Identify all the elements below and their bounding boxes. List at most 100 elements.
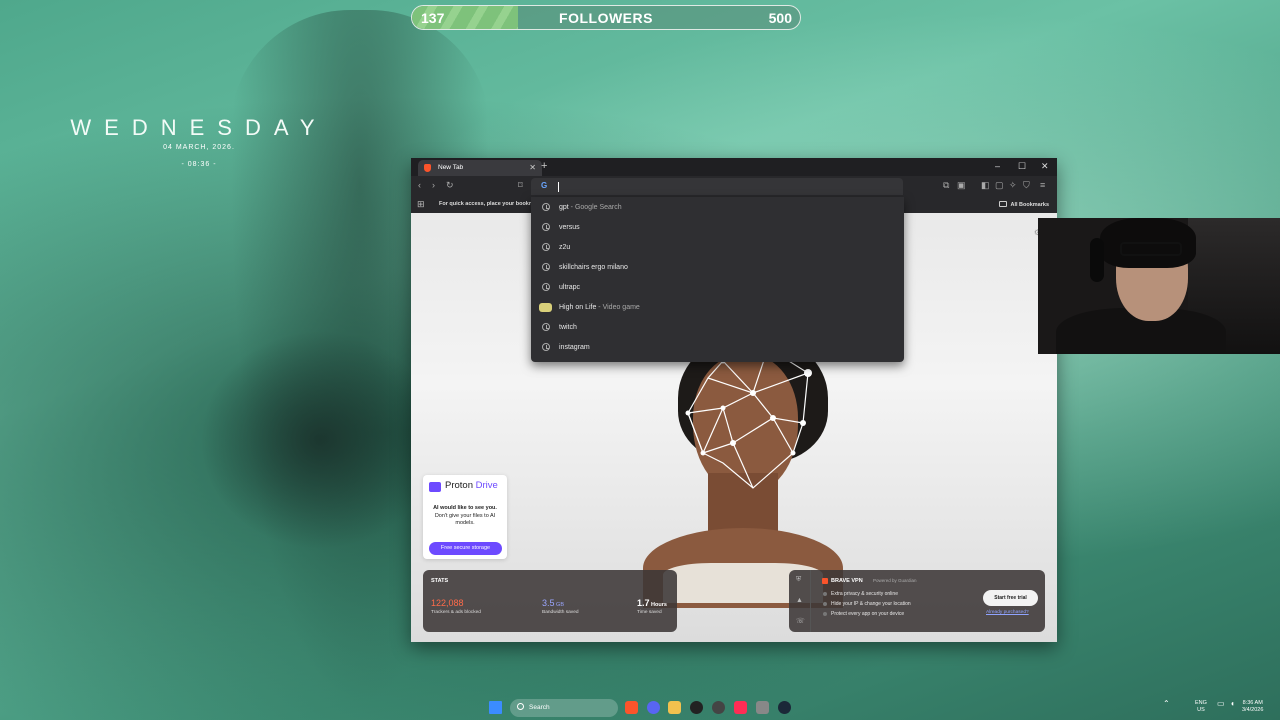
wallet-icon[interactable]: ▣ <box>957 180 966 191</box>
followers-title: FOLLOWERS <box>559 10 653 26</box>
search-icon <box>517 703 524 710</box>
suggestion-item[interactable]: High on Life - Video game <box>531 298 904 318</box>
all-bookmarks-label: All Bookmarks <box>1010 202 1049 208</box>
shields-icon[interactable]: ⛉ <box>1023 180 1030 191</box>
tray-overflow-icon[interactable]: ⌃ <box>1163 700 1170 708</box>
clock-time: 8:36 AM <box>1242 700 1263 706</box>
suggestion-text: ultrapc <box>559 284 580 291</box>
stat-trackers: 122,088 Trackers & ads blocked <box>431 598 481 615</box>
obs-taskbar-icon[interactable] <box>690 701 703 714</box>
taskbar: Search ⌃ ENG US ▭ ◖ 8:36 AM 3/4/2026 <box>0 696 1280 720</box>
vpn-tab-icon[interactable]: ⛨ <box>796 576 801 584</box>
vpn-powered-by: Powered by Guardian <box>873 578 917 583</box>
file-explorer-icon[interactable] <box>668 701 681 714</box>
brave-logo-icon <box>424 164 431 172</box>
suggestion-text: skillchairs ergo milano <box>559 264 628 271</box>
vpn-feature: Hide your IP & change your location <box>823 601 911 607</box>
suggestion-item[interactable]: gpt - Google Search <box>531 198 904 218</box>
already-purchased-link[interactable]: Already purchased? <box>986 610 1029 615</box>
suggestion-item[interactable]: ultrapc <box>531 278 904 298</box>
tab-title: New Tab <box>438 164 464 171</box>
proton-message-body: Don't give your files to AI models. <box>434 512 496 527</box>
tabs-icon[interactable]: ▢ <box>995 180 1004 191</box>
stat-unit: GB <box>554 602 564 608</box>
wallpaper-arm <box>200 330 440 550</box>
suggestion-text: versus <box>559 224 580 231</box>
stat-bandwidth: 3.5 GB Bandwidth saved <box>542 598 579 615</box>
stat-time: 1.7 Hours Time saved <box>637 598 667 615</box>
windows-start-icon[interactable] <box>489 701 502 714</box>
suggestion-main: gpt <box>559 204 569 211</box>
clock[interactable]: 8:36 AM 3/4/2026 <box>1242 700 1263 714</box>
face-mesh-graphic <box>685 345 812 489</box>
suggestion-sub: - Video game <box>596 304 640 311</box>
taskbar-search-label: Search <box>529 704 550 711</box>
vpn-title: BRAVE VPN <box>831 578 863 584</box>
suggestion-text: gpt - Google Search <box>559 204 622 211</box>
stat-label: Trackers & ads blocked <box>431 610 481 615</box>
suggestion-text: High on Life - Video game <box>559 304 640 311</box>
history-icon <box>542 203 550 211</box>
free-storage-button[interactable]: Free secure storage <box>429 542 502 555</box>
all-bookmarks-button[interactable]: All Bookmarks <box>999 201 1049 208</box>
suggestion-main: versus <box>559 224 580 231</box>
network-icon[interactable]: ▭ <box>1217 700 1225 708</box>
proton-brand-b: Drive <box>473 480 498 491</box>
headphones-icon <box>1090 238 1104 282</box>
steam-taskbar-icon[interactable] <box>778 701 791 714</box>
extensions-icon[interactable]: ⧉ <box>943 180 949 191</box>
taskbar-search[interactable]: Search <box>510 699 618 717</box>
news-tab-icon[interactable]: ▲ <box>796 597 803 604</box>
suggestion-item[interactable]: twitch <box>531 318 904 338</box>
suggestion-item[interactable]: skillchairs ergo milano <box>531 258 904 278</box>
browser-toolbar: ‹ › ↻ ⌑ G ⧉ ▣ ◧ ▢ ✧ ⛉ ≡ <box>411 176 1057 196</box>
talk-tab-icon[interactable]: ☏ <box>796 617 805 625</box>
suggestion-text: instagram <box>559 344 590 351</box>
tab-close-icon[interactable]: ✕ <box>529 163 536 172</box>
vpn-logo-icon <box>822 578 828 584</box>
history-icon <box>542 223 550 231</box>
address-bar[interactable]: G <box>531 178 903 195</box>
clock-date: 3/4/2026 <box>1242 707 1264 713</box>
history-icon <box>542 343 550 351</box>
suggestion-item[interactable]: instagram <box>531 338 904 358</box>
tiktok-taskbar-icon[interactable] <box>734 701 747 714</box>
maximize-button[interactable]: ☐ <box>1018 161 1026 172</box>
bookmark-icon[interactable]: ⌑ <box>518 180 523 191</box>
back-icon[interactable]: ‹ <box>418 180 421 190</box>
start-free-trial-button[interactable]: Start free trial <box>983 590 1038 606</box>
apps-grid-icon[interactable]: ⊞ <box>417 199 425 210</box>
suggestion-sub: - Google Search <box>568 204 622 211</box>
tab-new-tab[interactable]: New Tab ✕ <box>418 160 542 176</box>
folder-icon <box>999 201 1008 207</box>
vpn-feature: Protect every app on your device <box>822 611 905 617</box>
history-icon <box>542 323 550 331</box>
suggestion-item[interactable]: versus <box>531 218 904 238</box>
brave-taskbar-icon[interactable] <box>625 701 638 714</box>
proton-drive-logo-icon <box>429 482 441 492</box>
leo-ai-icon[interactable]: ✧ <box>1009 180 1017 191</box>
proton-message: AI would like to see you. Don't give you… <box>427 505 503 528</box>
editor-taskbar-icon[interactable] <box>756 701 769 714</box>
proton-message-headline: AI would like to see you. <box>433 505 497 511</box>
app-taskbar-icon[interactable] <box>712 701 725 714</box>
sidebar-icon[interactable]: ◧ <box>981 180 990 191</box>
minimize-button[interactable]: – <box>995 161 1000 171</box>
menu-icon[interactable]: ≡ <box>1040 180 1045 190</box>
background-portrait-image <box>643 333 843 608</box>
suggestion-item[interactable]: z2u <box>531 238 904 258</box>
stat-value: 3.5 <box>542 598 555 608</box>
reload-icon[interactable]: ↻ <box>446 180 454 191</box>
history-icon <box>542 243 550 251</box>
language-indicator[interactable]: ENG US <box>1195 700 1207 714</box>
proton-drive-card[interactable]: Proton Drive AI would like to see you. D… <box>423 475 507 559</box>
new-tab-button[interactable]: + <box>541 160 547 172</box>
discord-taskbar-icon[interactable] <box>647 701 660 714</box>
tab-strip: New Tab ✕ + – ☐ ✕ <box>411 158 1057 176</box>
time-label: - 08:36 - <box>181 161 217 168</box>
close-window-button[interactable]: ✕ <box>1041 161 1049 172</box>
volume-icon[interactable]: ◖ <box>1230 700 1235 708</box>
forward-icon[interactable]: › <box>432 180 435 190</box>
widget-switcher: ⛨ ▲ ☏ <box>789 570 811 632</box>
history-icon <box>542 283 550 291</box>
